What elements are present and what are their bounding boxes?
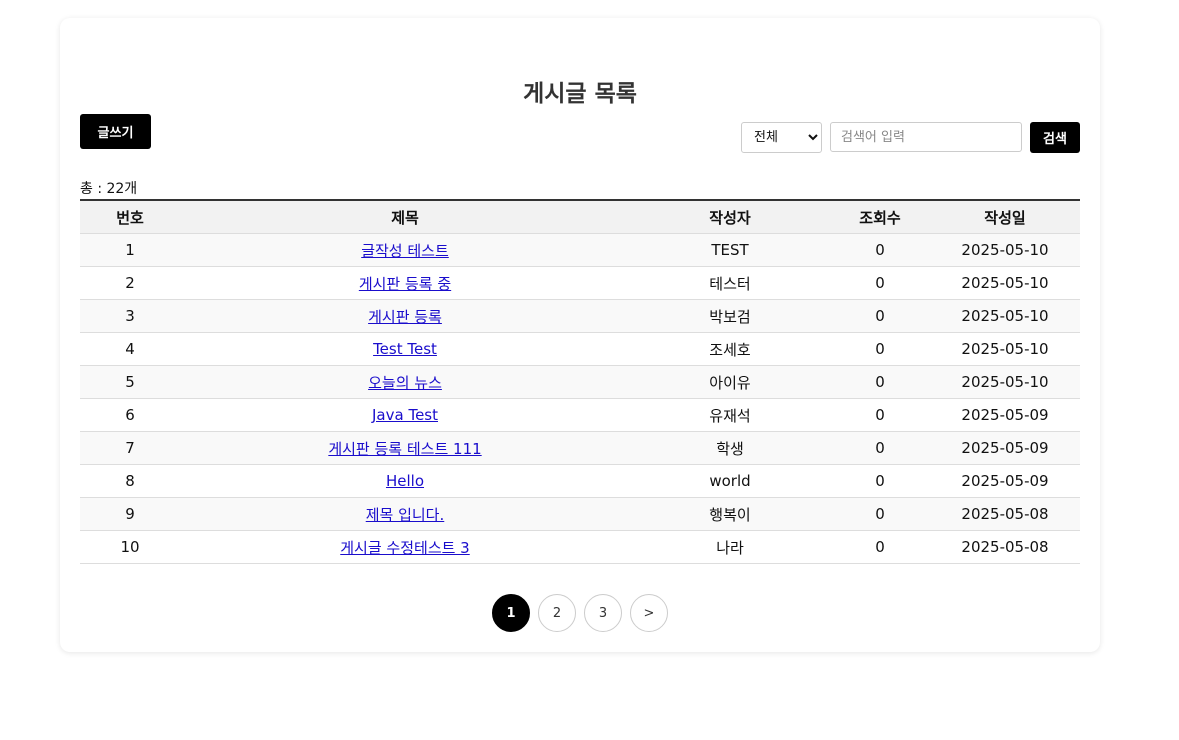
table-row: 5 오늘의 뉴스 아이유 0 2025-05-10 xyxy=(80,365,1080,399)
row-date: 2025-05-10 xyxy=(930,299,1080,333)
row-author: 나라 xyxy=(630,530,830,564)
board-card: 게시글 목록 글쓰기 전체 검색 총 : 22개 번호 제목 작성자 조회수 작… xyxy=(60,18,1100,652)
table-row: 1 글작성 테스트 TEST 0 2025-05-10 xyxy=(80,233,1080,267)
row-views: 0 xyxy=(830,299,930,333)
table-row: 9 제목 입니다. 행복이 0 2025-05-08 xyxy=(80,497,1080,531)
row-author: 행복이 xyxy=(630,497,830,531)
post-title-link[interactable]: 제목 입니다. xyxy=(366,506,445,524)
search-bar: 전체 검색 xyxy=(741,121,1080,153)
row-title-cell: 게시판 등록 테스트 111 xyxy=(180,431,630,465)
row-no: 6 xyxy=(80,398,180,432)
header-title: 제목 xyxy=(180,200,630,234)
post-title-link[interactable]: 게시판 등록 xyxy=(368,308,442,326)
row-title-cell: Java Test xyxy=(180,398,630,432)
row-date: 2025-05-08 xyxy=(930,497,1080,531)
row-no: 7 xyxy=(80,431,180,465)
total-count: 총 : 22개 xyxy=(80,181,138,197)
row-author: 학생 xyxy=(630,431,830,465)
row-date: 2025-05-09 xyxy=(930,431,1080,465)
row-author: 테스터 xyxy=(630,266,830,300)
row-title-cell: 게시판 등록 중 xyxy=(180,266,630,300)
row-no: 2 xyxy=(80,266,180,300)
row-views: 0 xyxy=(830,497,930,531)
board-table: 번호 제목 작성자 조회수 작성일 1 글작성 테스트 TEST 0 2025-… xyxy=(80,199,1080,564)
row-title-cell: 글작성 테스트 xyxy=(180,233,630,267)
table-row: 10 게시글 수정테스트 3 나라 0 2025-05-08 xyxy=(80,530,1080,564)
table-row: 4 Test Test 조세호 0 2025-05-10 xyxy=(80,332,1080,366)
row-date: 2025-05-10 xyxy=(930,233,1080,267)
row-views: 0 xyxy=(830,530,930,564)
row-views: 0 xyxy=(830,398,930,432)
post-title-link[interactable]: Test Test xyxy=(373,340,437,358)
row-date: 2025-05-10 xyxy=(930,365,1080,399)
search-input[interactable] xyxy=(830,122,1022,152)
next-page-button[interactable]: > xyxy=(630,594,668,632)
row-no: 4 xyxy=(80,332,180,366)
row-title-cell: Test Test xyxy=(180,332,630,366)
post-title-link[interactable]: 게시글 수정테스트 3 xyxy=(340,539,469,557)
row-author: 유재석 xyxy=(630,398,830,432)
row-views: 0 xyxy=(830,332,930,366)
post-title-link[interactable]: 글작성 테스트 xyxy=(361,242,449,260)
row-author: 아이유 xyxy=(630,365,830,399)
table-header-row: 번호 제목 작성자 조회수 작성일 xyxy=(80,200,1080,234)
post-title-link[interactable]: 게시판 등록 중 xyxy=(359,275,451,293)
table-row: 2 게시판 등록 중 테스터 0 2025-05-10 xyxy=(80,266,1080,300)
row-no: 8 xyxy=(80,464,180,498)
table-row: 6 Java Test 유재석 0 2025-05-09 xyxy=(80,398,1080,432)
search-type-select[interactable]: 전체 xyxy=(741,121,822,153)
row-title-cell: 게시글 수정테스트 3 xyxy=(180,530,630,564)
row-no: 3 xyxy=(80,299,180,333)
row-date: 2025-05-10 xyxy=(930,332,1080,366)
table-row: 3 게시판 등록 박보검 0 2025-05-10 xyxy=(80,299,1080,333)
post-title-link[interactable]: Hello xyxy=(386,472,424,490)
row-no: 9 xyxy=(80,497,180,531)
row-views: 0 xyxy=(830,266,930,300)
page-button-1[interactable]: 1 xyxy=(492,594,530,632)
table-row: 8 Hello world 0 2025-05-09 xyxy=(80,464,1080,498)
row-date: 2025-05-08 xyxy=(930,530,1080,564)
post-title-link[interactable]: 게시판 등록 테스트 111 xyxy=(328,440,481,458)
post-title-link[interactable]: 오늘의 뉴스 xyxy=(368,374,442,392)
row-title-cell: 게시판 등록 xyxy=(180,299,630,333)
row-author: 박보검 xyxy=(630,299,830,333)
page-button-2[interactable]: 2 xyxy=(538,594,576,632)
row-views: 0 xyxy=(830,233,930,267)
header-views: 조회수 xyxy=(830,200,930,234)
header-date: 작성일 xyxy=(930,200,1080,234)
search-button[interactable]: 검색 xyxy=(1030,121,1080,153)
row-views: 0 xyxy=(830,464,930,498)
row-date: 2025-05-09 xyxy=(930,398,1080,432)
header-no: 번호 xyxy=(80,200,180,234)
row-date: 2025-05-09 xyxy=(930,464,1080,498)
row-title-cell: Hello xyxy=(180,464,630,498)
row-no: 5 xyxy=(80,365,180,399)
row-author: world xyxy=(630,464,830,498)
page-title: 게시글 목록 xyxy=(523,81,637,107)
header-author: 작성자 xyxy=(630,200,830,234)
write-button[interactable]: 글쓰기 xyxy=(80,114,151,149)
post-title-link[interactable]: Java Test xyxy=(372,406,438,424)
row-date: 2025-05-10 xyxy=(930,266,1080,300)
table-row: 7 게시판 등록 테스트 111 학생 0 2025-05-09 xyxy=(80,431,1080,465)
row-views: 0 xyxy=(830,431,930,465)
row-title-cell: 제목 입니다. xyxy=(180,497,630,531)
row-views: 0 xyxy=(830,365,930,399)
row-author: TEST xyxy=(630,233,830,267)
row-no: 1 xyxy=(80,233,180,267)
page-button-3[interactable]: 3 xyxy=(584,594,622,632)
row-title-cell: 오늘의 뉴스 xyxy=(180,365,630,399)
row-no: 10 xyxy=(80,530,180,564)
row-author: 조세호 xyxy=(630,332,830,366)
pagination: 1 2 3 > xyxy=(60,594,1100,632)
